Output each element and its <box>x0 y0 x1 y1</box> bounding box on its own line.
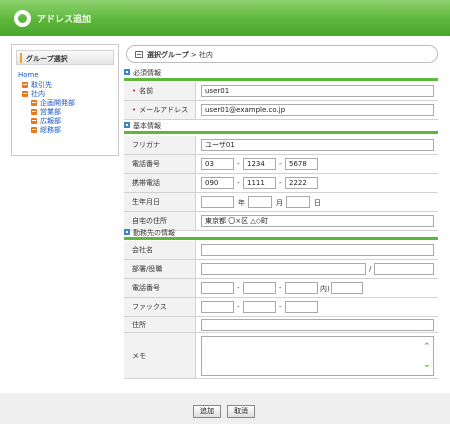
collapse-icon[interactable] <box>31 100 37 106</box>
company-label: 会社名 <box>124 241 196 259</box>
tree-item-home[interactable]: Home <box>18 71 39 79</box>
mobile-input-1[interactable]: 090 <box>201 177 234 189</box>
breadcrumb-separator: > <box>190 51 197 59</box>
required-mark: • <box>132 106 137 114</box>
extension-input[interactable] <box>331 282 363 294</box>
dash: - <box>279 284 282 292</box>
fax-label: ファックス <box>124 298 196 316</box>
group-sidebar: グループ選択 Home 取引先 社内 企画開発部 営業部 広報部 総務部 <box>11 44 119 156</box>
row-work-phone: 電話番号 - - 内) <box>124 279 438 298</box>
dash: - <box>237 160 240 168</box>
work-address-input[interactable] <box>201 319 434 331</box>
mobile-label: 携帯電話 <box>124 174 196 192</box>
collapse-icon[interactable] <box>22 82 28 88</box>
row-furigana: フリガナ ユーザ01 <box>124 136 438 155</box>
row-dept: 部署/役職 / <box>124 260 438 279</box>
scroll-down-icon[interactable]: ⌄ <box>423 361 431 370</box>
dash: - <box>237 179 240 187</box>
memo-textarea[interactable]: ⌃ ⌄ <box>201 336 434 376</box>
phone-input-1[interactable]: 03 <box>201 158 234 170</box>
section-square-icon <box>124 229 130 235</box>
row-name: • 名前 user01 <box>124 82 438 101</box>
furigana-input[interactable]: ユーザ01 <box>201 139 434 151</box>
collapse-icon[interactable] <box>22 91 28 97</box>
section-square-icon <box>124 122 130 128</box>
fax-input-1[interactable] <box>201 301 234 313</box>
dash: - <box>237 284 240 292</box>
breadcrumb: 選択グループ > 社内 <box>126 45 438 63</box>
title-bar: アドレス追加 <box>0 0 450 36</box>
row-fax: ファックス - - <box>124 298 438 317</box>
phone-label: 電話番号 <box>124 155 196 173</box>
name-label: • 名前 <box>124 82 196 100</box>
section-divider <box>124 131 438 134</box>
company-input[interactable] <box>201 244 434 256</box>
mobile-input-2[interactable]: 1111 <box>243 177 276 189</box>
work-phone-input-2[interactable] <box>243 282 276 294</box>
row-company: 会社名 <box>124 241 438 260</box>
email-input[interactable]: user01@example.co.jp <box>201 104 434 116</box>
window-title: アドレス追加 <box>37 15 92 25</box>
dash: - <box>279 303 282 311</box>
row-memo: メモ ⌃ ⌄ <box>124 333 438 379</box>
extension-label: 内) <box>320 285 330 293</box>
phone-input-2[interactable]: 1234 <box>243 158 276 170</box>
furigana-label: フリガナ <box>124 136 196 154</box>
birth-month-input[interactable] <box>248 196 272 208</box>
required-mark: • <box>132 87 137 95</box>
birth-day-input[interactable] <box>286 196 310 208</box>
section-divider <box>124 237 438 240</box>
work-address-label: 住所 <box>124 317 196 332</box>
row-mobile: 携帯電話 090 - 1111 - 2222 <box>124 174 438 193</box>
app-ring-icon <box>14 10 31 27</box>
fax-input-3[interactable] <box>285 301 318 313</box>
position-input[interactable] <box>374 263 434 275</box>
collapse-icon[interactable] <box>31 127 37 133</box>
memo-label: メモ <box>124 333 196 378</box>
home-address-input[interactable]: 東京都 〇×区 △◇町 <box>201 215 434 227</box>
fax-input-2[interactable] <box>243 301 276 313</box>
month-unit: 月 <box>276 199 283 207</box>
scroll-up-icon[interactable]: ⌃ <box>423 343 431 352</box>
section-divider <box>124 78 438 81</box>
cancel-button[interactable]: 取消 <box>227 405 255 418</box>
folder-icon <box>135 51 143 58</box>
birth-year-input[interactable] <box>201 196 234 208</box>
mobile-input-3[interactable]: 2222 <box>285 177 318 189</box>
name-input[interactable]: user01 <box>201 85 434 97</box>
work-phone-input-3[interactable] <box>285 282 318 294</box>
dash: - <box>237 303 240 311</box>
email-label: • メールアドレス <box>124 101 196 119</box>
section-square-icon <box>124 69 130 75</box>
breadcrumb-label: 選択グループ <box>147 51 189 59</box>
work-phone-input-1[interactable] <box>201 282 234 294</box>
section-basic-title: 基本情報 <box>124 121 438 131</box>
row-work-address: 住所 <box>124 317 438 333</box>
collapse-icon[interactable] <box>31 118 37 124</box>
dept-input[interactable] <box>201 263 366 275</box>
row-birthday: 生年月日 年 月 日 <box>124 193 438 212</box>
dept-separator: / <box>369 265 372 273</box>
work-phone-label: 電話番号 <box>124 279 196 297</box>
collapse-icon[interactable] <box>31 109 37 115</box>
sidebar-heading: グループ選択 <box>16 50 114 65</box>
dash: - <box>279 179 282 187</box>
day-unit: 日 <box>314 199 321 207</box>
year-unit: 年 <box>238 199 245 207</box>
dept-label: 部署/役職 <box>124 260 196 278</box>
breadcrumb-current: 社内 <box>198 51 213 59</box>
row-email: • メールアドレス user01@example.co.jp <box>124 101 438 120</box>
section-required-title: 必須情報 <box>124 68 438 78</box>
footer-bar <box>0 393 450 424</box>
phone-input-3[interactable]: 5678 <box>285 158 318 170</box>
birthday-label: 生年月日 <box>124 193 196 211</box>
tree-item-general[interactable]: 総務部 <box>31 125 61 135</box>
add-button[interactable]: 追加 <box>193 405 221 418</box>
dash: - <box>279 160 282 168</box>
row-phone: 電話番号 03 - 1234 - 5678 <box>124 155 438 174</box>
